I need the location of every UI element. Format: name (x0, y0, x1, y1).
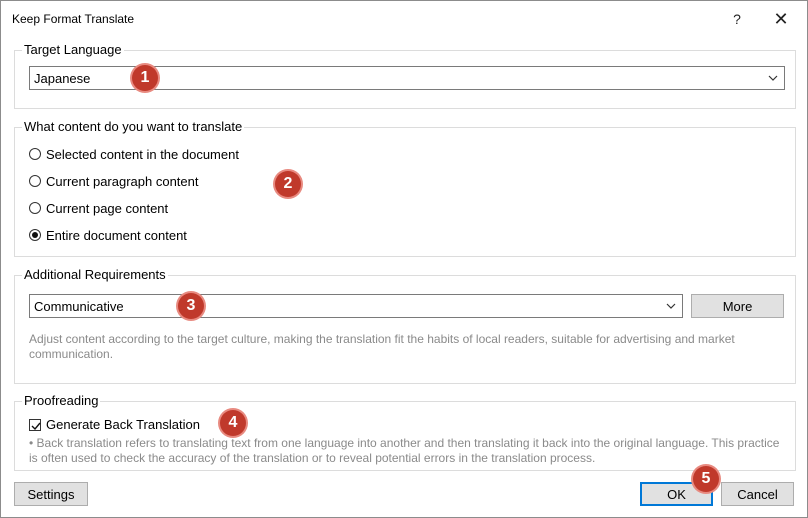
radio-option-page[interactable]: Current page content (29, 198, 168, 218)
radio-selected-content[interactable] (29, 148, 41, 160)
cancel-button[interactable]: Cancel (721, 482, 794, 506)
proofreading-group: Proofreading Generate Back Translation •… (14, 393, 796, 471)
requirements-value: Communicative (34, 299, 124, 314)
chevron-down-icon (768, 75, 778, 81)
settings-button[interactable]: Settings (14, 482, 88, 506)
radio-label: Current paragraph content (46, 173, 199, 189)
back-translation-option[interactable]: Generate Back Translation (29, 417, 200, 432)
radio-option-selected[interactable]: Selected content in the document (29, 144, 239, 164)
additional-requirements-label: Additional Requirements (22, 267, 168, 282)
target-language-value: Japanese (34, 71, 91, 86)
radio-label: Entire document content (46, 227, 187, 243)
annotation-badge-5: 5 (693, 466, 719, 492)
dialog-window: Keep Format Translate ? ✕ Target Languag… (0, 0, 808, 518)
close-button[interactable]: ✕ (766, 7, 796, 31)
checkmark-icon (31, 422, 41, 430)
chevron-down-icon (666, 303, 676, 309)
back-translation-checkbox[interactable] (29, 418, 41, 431)
back-translation-label: Generate Back Translation (46, 417, 200, 432)
content-label: What content do you want to translate (22, 119, 245, 134)
additional-requirements-group: Additional Requirements Communicative Mo… (14, 267, 796, 384)
title-bar: Keep Format Translate ? ✕ (1, 1, 807, 37)
radio-paragraph-content[interactable] (29, 175, 41, 187)
target-language-label: Target Language (22, 42, 124, 57)
proofreading-label: Proofreading (22, 393, 101, 408)
radio-option-entire[interactable]: Entire document content (29, 225, 187, 245)
annotation-badge-2: 2 (275, 171, 301, 197)
radio-entire-document[interactable] (29, 229, 41, 241)
content-group: What content do you want to translate Se… (14, 119, 796, 257)
requirements-select[interactable]: Communicative (29, 294, 683, 318)
annotation-badge-1: 1 (132, 65, 158, 91)
radio-label: Current page content (46, 200, 169, 216)
annotation-badge-3: 3 (178, 293, 204, 319)
annotation-badge-4: 4 (220, 410, 246, 436)
radio-page-content[interactable] (29, 202, 41, 214)
proofreading-description: • Back translation refers to translating… (29, 436, 780, 465)
requirements-description: Adjust content according to the target c… (29, 332, 735, 361)
radio-option-paragraph[interactable]: Current paragraph content (29, 171, 198, 191)
more-button[interactable]: More (691, 294, 784, 318)
window-title: Keep Format Translate (12, 12, 135, 26)
help-button[interactable]: ? (722, 7, 752, 31)
radio-label: Selected content in the document (46, 146, 239, 162)
